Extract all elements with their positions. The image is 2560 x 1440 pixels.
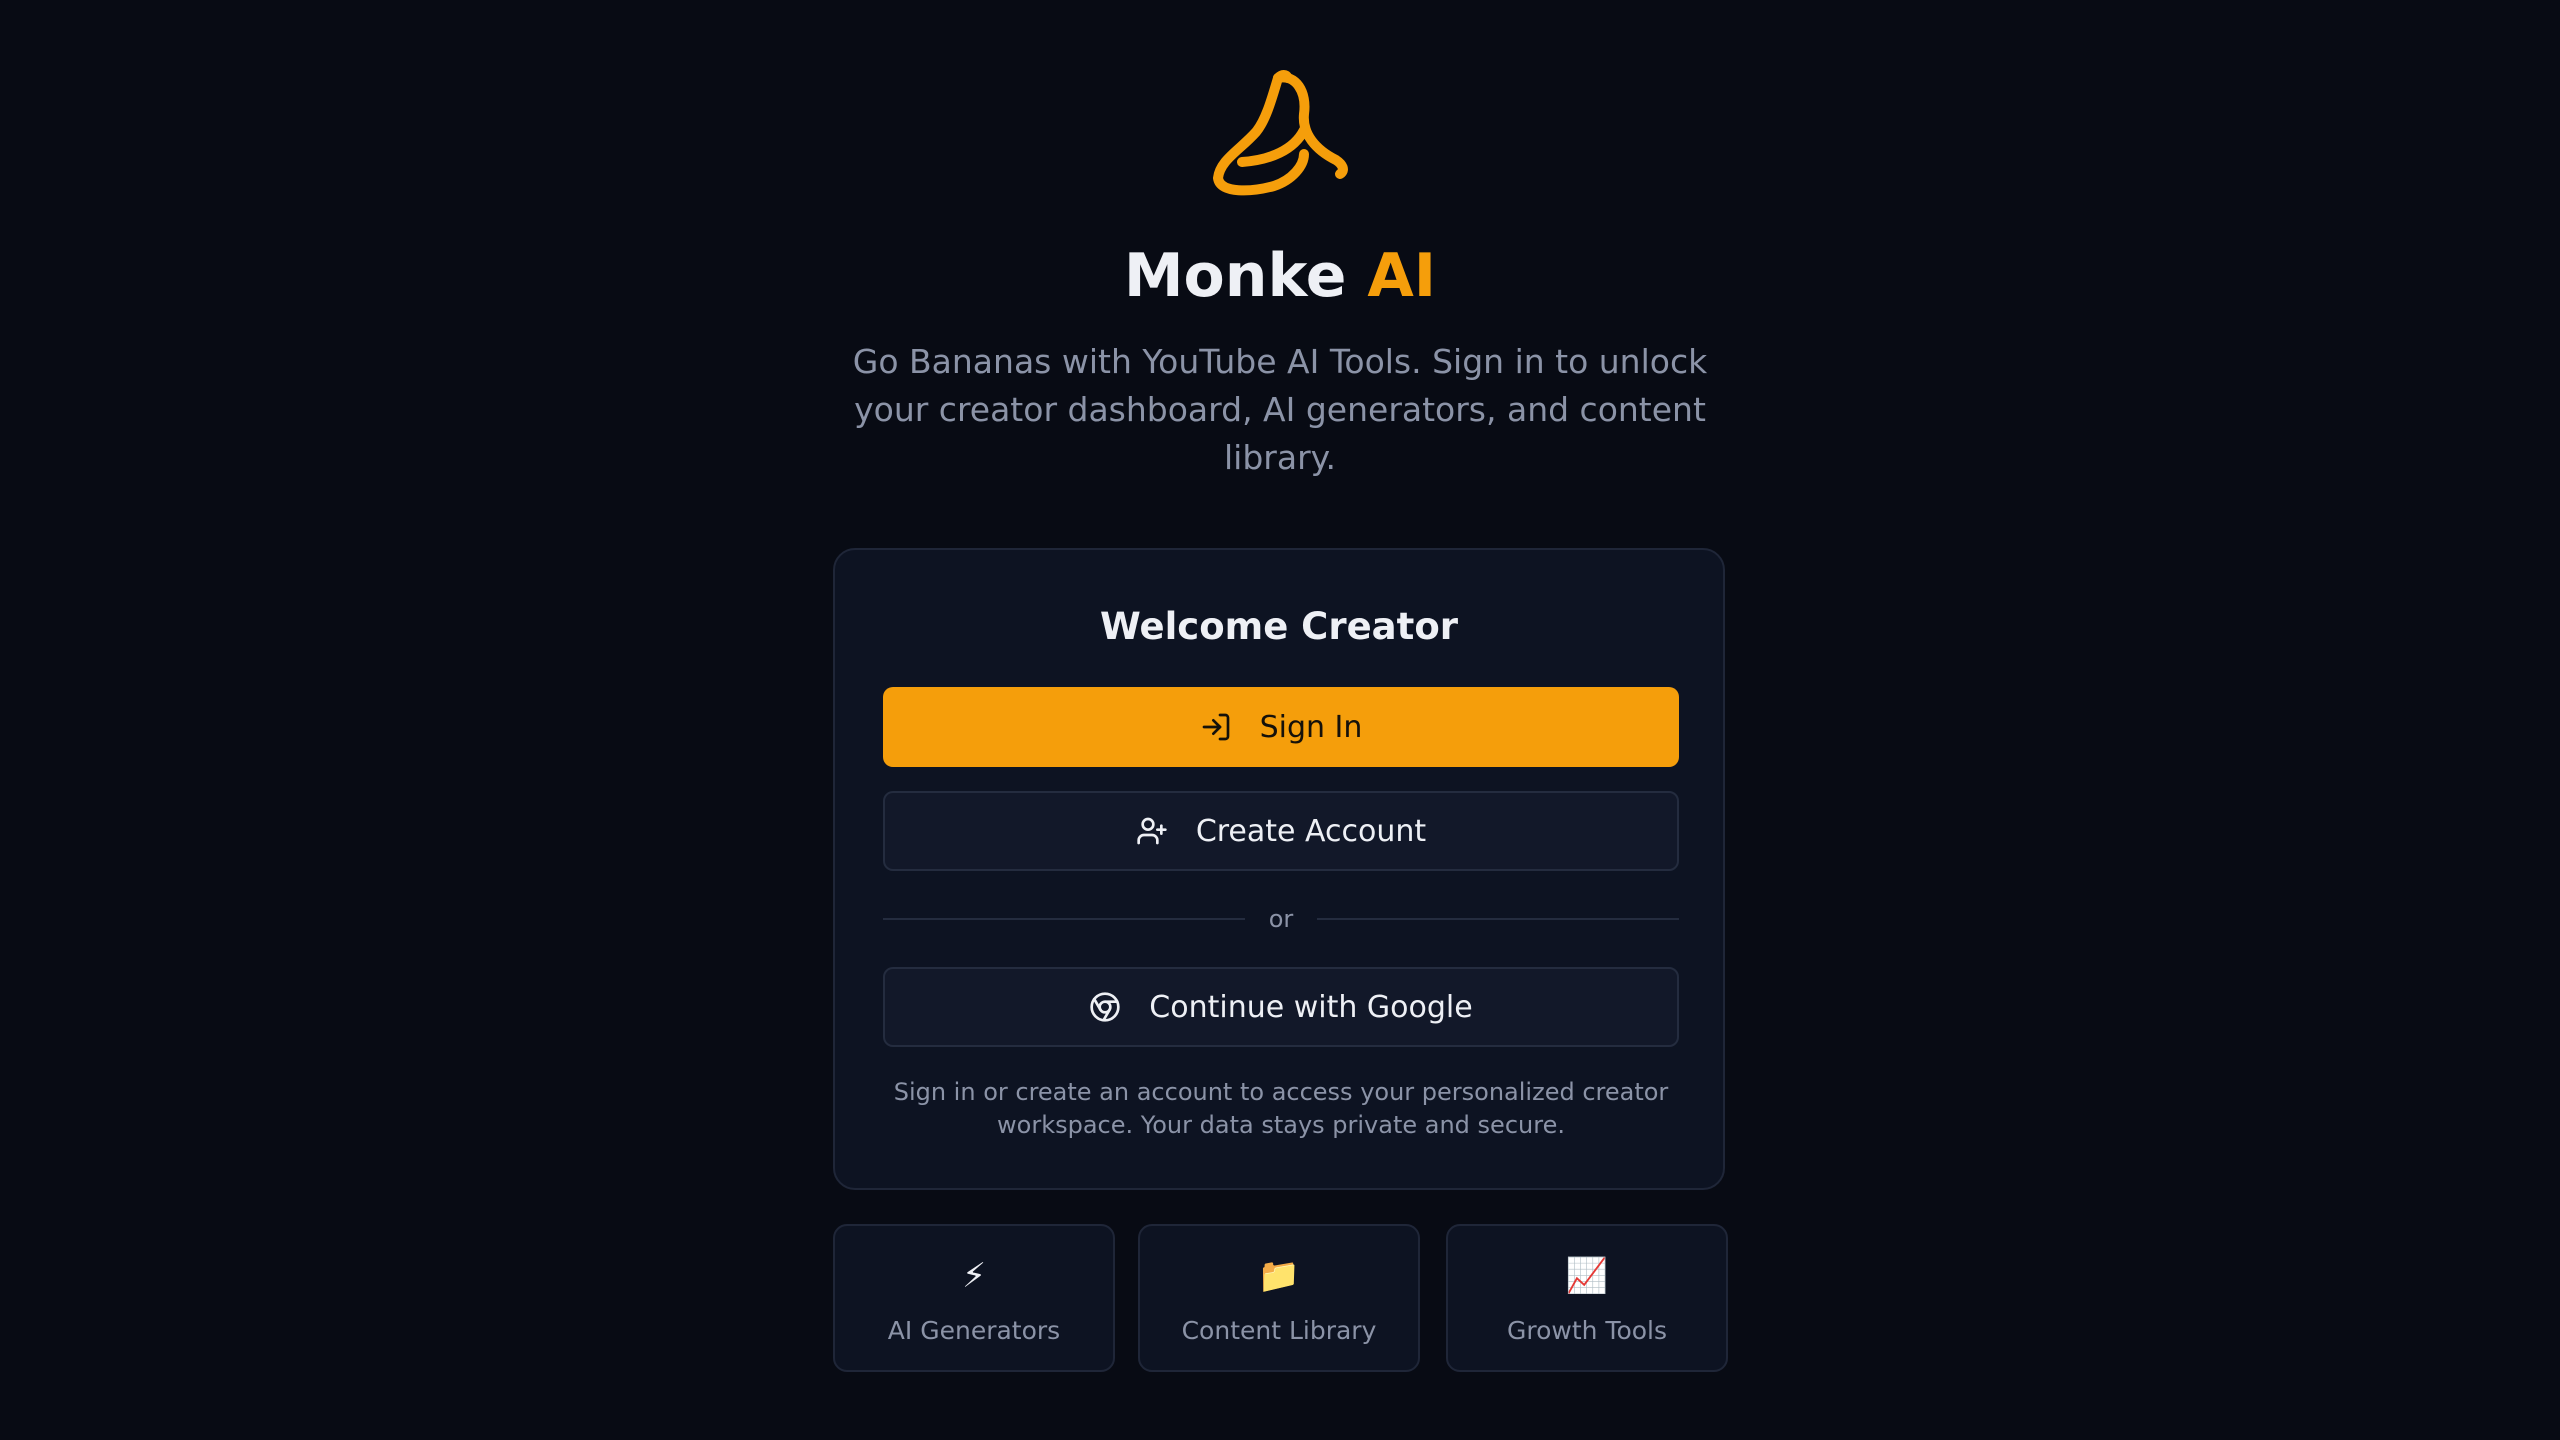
user-plus-icon — [1137, 817, 1167, 845]
sign-in-icon — [1202, 713, 1229, 741]
create-account-label: Create Account — [1195, 813, 1427, 849]
auth-card: Welcome Creator Sign In Create Account o… — [833, 548, 1725, 1190]
feature-card-ai-generators: ⚡ AI Generators — [833, 1224, 1115, 1372]
brand-name: Monke — [1123, 241, 1347, 311]
google-label: Continue with Google — [1149, 989, 1473, 1025]
chrome-icon — [1090, 992, 1120, 1022]
app-title: Monke AI — [0, 236, 2560, 316]
feature-label: Content Library — [1181, 1316, 1377, 1345]
sign-in-button[interactable]: Sign In — [883, 687, 1679, 767]
feature-label: AI Generators — [887, 1316, 1061, 1345]
lightning-icon: ⚡ — [962, 1256, 986, 1296]
privacy-note: Sign in or create an account to access y… — [893, 1078, 1669, 1139]
sign-in-label: Sign In — [1259, 709, 1363, 745]
banana-icon — [1212, 70, 1348, 196]
card-title: Welcome Creator — [1100, 605, 1458, 648]
login-page: Monke AI Go Bananas with YouTube AI Tool… — [0, 0, 2560, 1440]
feature-card-growth-tools: 📈 Growth Tools — [1446, 1224, 1728, 1372]
chart-up-icon: 📈 — [1565, 1256, 1609, 1296]
feature-card-content-library: 📁 Content Library — [1138, 1224, 1420, 1372]
hero-subtitle: Go Bananas with YouTube AI Tools. Sign i… — [852, 342, 1708, 477]
folder-icon: 📁 — [1257, 1256, 1301, 1296]
create-account-button[interactable]: Create Account — [883, 791, 1679, 871]
divider-line-right — [1317, 918, 1679, 920]
brand-accent: AI — [1367, 241, 1437, 311]
feature-label: Growth Tools — [1506, 1316, 1668, 1345]
or-divider: or — [883, 904, 1679, 934]
google-sign-in-button[interactable]: Continue with Google — [883, 967, 1679, 1047]
